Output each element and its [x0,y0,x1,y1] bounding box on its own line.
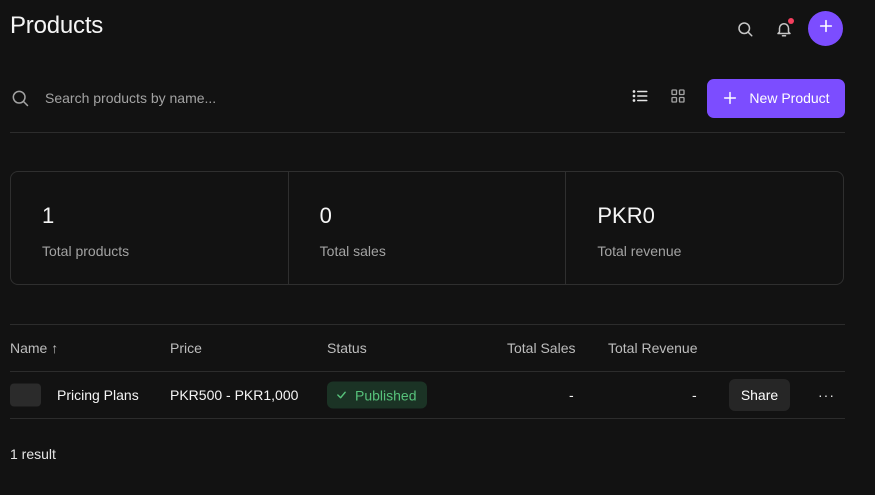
status-badge: Published [327,381,427,409]
share-button[interactable]: Share [729,379,790,411]
check-icon [336,390,347,401]
more-actions-button[interactable]: ··· [818,387,835,403]
view-toggle [617,83,693,113]
stat-value: PKR0 [597,203,655,228]
search-toolbar: New Product [10,78,845,118]
stat-value: 1 [42,203,55,228]
stat-label: Total products [42,243,130,259]
plus-icon [818,18,834,39]
status-label: Published [355,387,417,403]
products-page: Products Search products by name... New … [0,0,875,495]
result-count: 1 result [10,446,56,462]
stat-total-products: 1 Total products [11,172,289,284]
table-header: Name ↑ Price Status Total Sales Total Re… [10,324,845,372]
product-total-sales: - [569,387,574,403]
search-icon [10,88,30,108]
product-name[interactable]: Pricing Plans [57,387,139,403]
header-search-button[interactable] [728,12,762,46]
list-icon [631,87,649,110]
stat-total-revenue: PKR0 Total revenue [566,172,843,284]
column-header-status[interactable]: Status [327,340,367,356]
stat-value: 0 [319,203,332,228]
grid-icon [669,87,687,110]
stat-total-sales: 0 Total sales [289,172,567,284]
column-header-total-sales[interactable]: Total Sales [507,340,575,356]
column-header-name[interactable]: Name ↑ [10,340,58,356]
quick-add-button[interactable] [808,11,843,46]
column-header-total-revenue[interactable]: Total Revenue [608,340,698,356]
header-actions [728,11,843,46]
page-title: Products [10,12,104,39]
search-icon [736,20,754,38]
notification-dot [788,17,794,24]
new-product-button[interactable]: New Product [707,78,845,118]
new-product-label: New Product [749,90,830,106]
product-price: PKR500 - PKR1,000 [170,387,299,403]
stat-label: Total sales [319,243,386,259]
search-input[interactable] [45,90,617,106]
list-view-button[interactable] [625,83,655,113]
product-total-revenue: - [692,387,697,403]
divider [10,132,845,133]
notifications-button[interactable] [767,12,801,46]
table-row[interactable]: Pricing Plans PKR500 - PKR1,000 Publishe… [10,372,845,419]
stat-label: Total revenue [597,243,682,259]
products-table: Name ↑ Price Status Total Sales Total Re… [10,324,845,419]
plus-icon [722,90,738,106]
stats-panel: 1 Total products 0 Total sales PKR0 Tota… [10,171,844,285]
column-header-price[interactable]: Price [170,340,202,356]
grid-view-button[interactable] [663,83,693,113]
product-thumbnail [10,383,41,407]
